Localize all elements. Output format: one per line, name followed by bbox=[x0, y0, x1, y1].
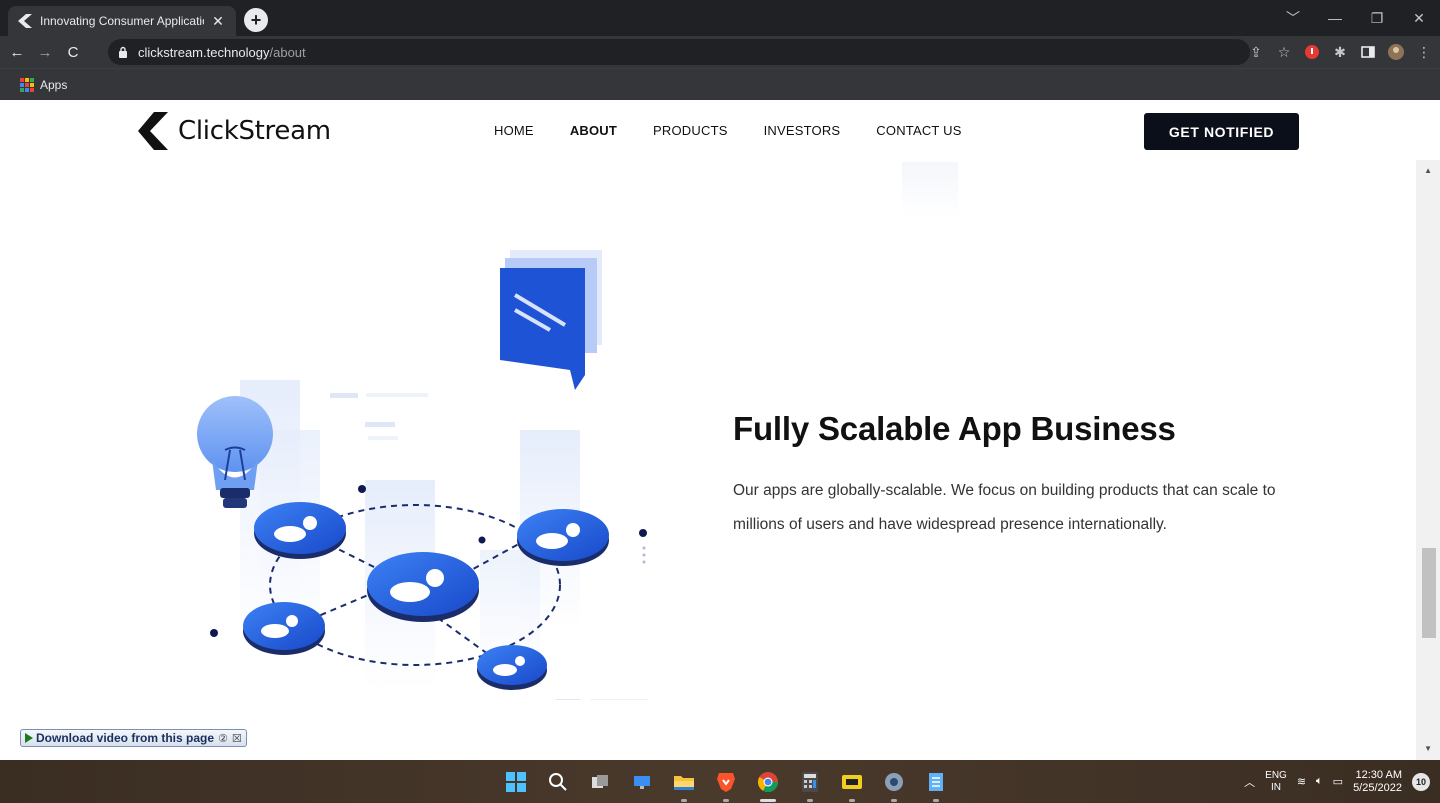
puzzle-extensions-icon[interactable]: ✱ bbox=[1332, 44, 1348, 60]
side-panel-icon[interactable] bbox=[1360, 44, 1376, 60]
bookmark-apps[interactable]: Apps bbox=[40, 78, 67, 92]
help-icon[interactable]: ② bbox=[218, 732, 228, 745]
shield-extension-icon[interactable] bbox=[1304, 44, 1320, 60]
tab-title: Innovating Consumer Applicatio bbox=[40, 14, 204, 28]
volume-icon[interactable]: 🔈︎ bbox=[1316, 775, 1323, 788]
chrome-icon[interactable] bbox=[754, 768, 782, 802]
windows-taskbar: ︿ ENG IN ≋ 🔈︎ ▭ 12:30 AM 5/25/2022 10 bbox=[0, 760, 1440, 803]
scrollbar-thumb[interactable] bbox=[1422, 548, 1436, 638]
main-nav: HOME ABOUT PRODUCTS INVESTORS CONTACT US bbox=[494, 123, 962, 138]
menu-kebab-icon[interactable]: ⋮ bbox=[1416, 44, 1432, 60]
forward-icon[interactable]: → bbox=[34, 44, 56, 61]
bookmark-star-icon[interactable]: ☆ bbox=[1276, 44, 1292, 60]
minimize-icon[interactable]: — bbox=[1314, 10, 1356, 26]
brand-logo[interactable]: ClickStream bbox=[138, 112, 331, 150]
clock-time: 12:30 AM bbox=[1355, 768, 1402, 781]
section-body: Our apps are globally-scalable. We focus… bbox=[733, 482, 1276, 533]
section-title: Fully Scalable App Business bbox=[733, 410, 1176, 447]
task-view-icon[interactable] bbox=[586, 768, 614, 796]
language-indicator[interactable]: ENG IN bbox=[1265, 770, 1287, 794]
address-bar[interactable]: clickstream.technology /about bbox=[108, 39, 1250, 65]
page-scrollbar[interactable] bbox=[1416, 160, 1440, 760]
tab-strip: Innovating Consumer Applicatio ✕ + ﹀ — ❐… bbox=[0, 0, 1440, 36]
brand-name: ClickStream bbox=[178, 116, 331, 146]
node-right bbox=[517, 509, 609, 566]
web-page: ClickStream HOME ABOUT PRODUCTS INVESTOR… bbox=[0, 100, 1416, 760]
site-header: ClickStream HOME ABOUT PRODUCTS INVESTOR… bbox=[0, 100, 1416, 162]
browser-tab[interactable]: Innovating Consumer Applicatio ✕ bbox=[8, 6, 236, 36]
extensions-area: ⇪ ☆ ✱ ⋮ bbox=[1248, 36, 1432, 68]
notification-badge[interactable]: 10 bbox=[1412, 772, 1430, 791]
tab-search-icon[interactable]: ﹀ bbox=[1272, 8, 1314, 28]
restore-icon[interactable]: ❐ bbox=[1356, 10, 1398, 27]
node-center bbox=[367, 552, 479, 622]
battery-icon[interactable]: ▭ bbox=[1333, 775, 1343, 788]
network-illustration bbox=[197, 250, 648, 700]
lock-icon bbox=[119, 46, 127, 58]
back-icon[interactable]: ← bbox=[6, 44, 28, 61]
language-region: IN bbox=[1270, 781, 1281, 793]
node-left bbox=[243, 602, 325, 655]
file-explorer-icon[interactable] bbox=[670, 768, 698, 802]
browser-toolbar: ← → C clickstream.technology /about ⇪ ☆ … bbox=[0, 36, 1440, 68]
close-icon[interactable]: ☒ bbox=[232, 732, 242, 745]
profile-avatar-icon[interactable] bbox=[1388, 44, 1404, 60]
clock[interactable]: 12:30 AM 5/25/2022 bbox=[1353, 769, 1402, 795]
language-code: ENG bbox=[1265, 769, 1287, 781]
nav-about[interactable]: ABOUT bbox=[570, 123, 617, 138]
desktop-widget-icon[interactable] bbox=[628, 768, 656, 796]
nav-contact-us[interactable]: CONTACT US bbox=[876, 123, 961, 138]
share-icon[interactable]: ⇪ bbox=[1248, 44, 1264, 60]
settings-gear-icon[interactable] bbox=[880, 768, 908, 802]
search-icon[interactable] bbox=[544, 768, 572, 796]
close-window-icon[interactable]: ✕ bbox=[1398, 10, 1440, 27]
new-tab-button[interactable]: + bbox=[244, 8, 268, 32]
nav-products[interactable]: PRODUCTS bbox=[653, 123, 728, 138]
clock-date: 5/25/2022 bbox=[1353, 781, 1402, 794]
nav-home[interactable]: HOME bbox=[494, 123, 534, 138]
bookmarks-bar: Apps bbox=[0, 68, 1440, 100]
windows-start-icon[interactable] bbox=[502, 768, 530, 796]
reload-icon[interactable]: C bbox=[62, 44, 84, 61]
url-host: clickstream.technology bbox=[138, 44, 270, 60]
scroll-up-arrow-icon[interactable]: ▲ bbox=[1424, 166, 1432, 175]
nav-investors[interactable]: INVESTORS bbox=[764, 123, 841, 138]
taskbar-apps bbox=[502, 768, 950, 802]
tab-close-icon[interactable]: ✕ bbox=[210, 13, 226, 30]
url-path: /about bbox=[269, 44, 306, 60]
window-controls: ﹀ — ❐ ✕ bbox=[1272, 0, 1440, 36]
pdf-reader-icon[interactable] bbox=[838, 768, 866, 802]
brave-browser-icon[interactable] bbox=[712, 768, 740, 802]
decorative-fade-block bbox=[902, 162, 958, 217]
scroll-down-arrow-icon[interactable]: ▼ bbox=[1424, 744, 1432, 753]
clickstream-logo-icon bbox=[138, 112, 168, 150]
node-bottom bbox=[477, 645, 547, 690]
wifi-icon[interactable]: ≋ bbox=[1297, 775, 1306, 788]
calculator-icon[interactable] bbox=[796, 768, 824, 802]
download-video-bar[interactable]: Download video from this page ② ☒ bbox=[20, 729, 247, 747]
clickstream-favicon-icon bbox=[18, 14, 32, 28]
apps-grid-icon bbox=[20, 77, 34, 92]
get-notified-button[interactable]: GET NOTIFIED bbox=[1144, 113, 1299, 150]
system-tray: ︿ ENG IN ≋ 🔈︎ ▭ 12:30 AM 5/25/2022 10 bbox=[1244, 760, 1430, 803]
show-hidden-icons-icon[interactable]: ︿ bbox=[1244, 774, 1255, 790]
play-icon bbox=[25, 733, 33, 743]
node-top-left bbox=[254, 502, 346, 559]
download-video-label[interactable]: Download video from this page bbox=[36, 731, 214, 745]
notepad-icon[interactable] bbox=[922, 768, 950, 802]
